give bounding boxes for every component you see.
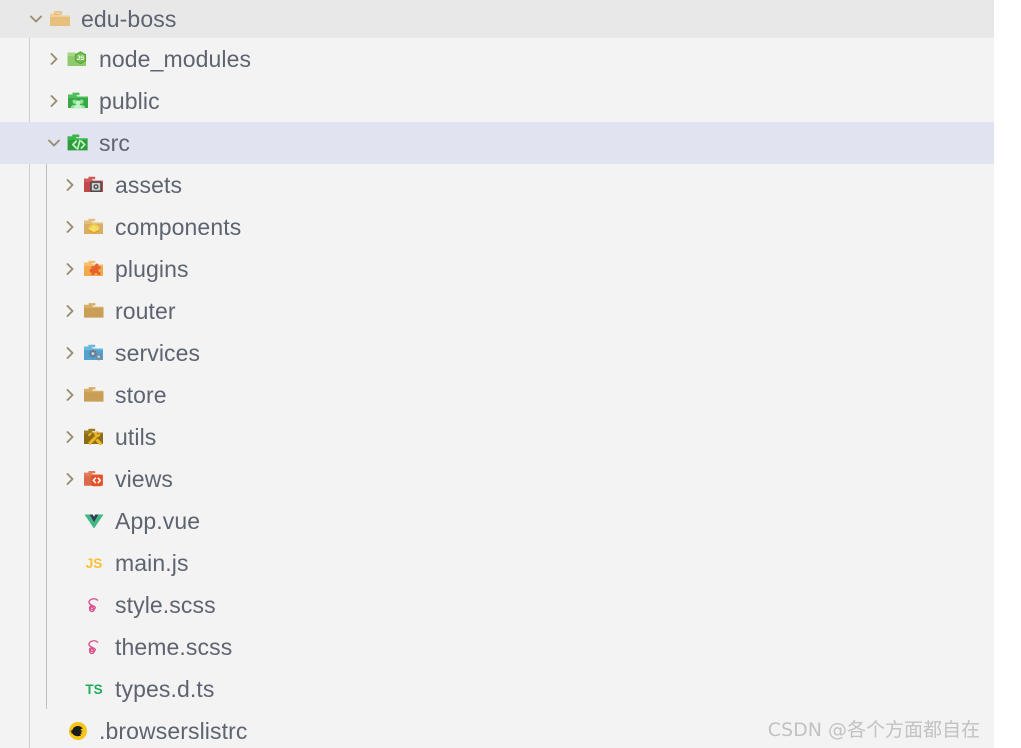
tree-item-label: services	[115, 339, 201, 366]
folder-services-icon	[82, 341, 106, 365]
tree-file-row[interactable]: style.scss	[0, 584, 994, 626]
tree-item-label: components	[115, 213, 242, 240]
tree-file-row[interactable]: JS main.js	[0, 542, 994, 584]
vue-file-icon	[82, 509, 106, 533]
tree-folder-row[interactable]: assets	[0, 164, 994, 206]
svg-text:TS: TS	[85, 682, 102, 697]
tree-item-label: views	[115, 465, 174, 492]
folder-components-icon	[82, 215, 106, 239]
tree-item-label: node_modules	[99, 45, 252, 72]
chevron-right-icon[interactable]	[58, 458, 82, 500]
tree-folder-row[interactable]: router	[0, 290, 994, 332]
svg-text:JS: JS	[86, 556, 103, 571]
tree-folder-row[interactable]: plugins	[0, 248, 994, 290]
chevron-right-icon[interactable]	[42, 80, 66, 122]
file-tree: edu-boss JS node_modules public src asse…	[0, 0, 994, 748]
tree-item-label: store	[115, 381, 167, 408]
chevron-right-icon[interactable]	[58, 374, 82, 416]
tree-item-label: assets	[115, 171, 183, 198]
chevron-down-icon[interactable]	[42, 122, 66, 164]
tree-item-label: types.d.ts	[115, 675, 215, 702]
typescript-def-file-icon: TS	[82, 677, 106, 701]
tree-item-label: edu-boss	[81, 5, 177, 32]
js-file-icon: JS	[82, 551, 106, 575]
tree-folder-row[interactable]: edu-boss	[0, 0, 994, 38]
chevron-right-icon[interactable]	[58, 164, 82, 206]
folder-assets-icon	[82, 173, 106, 197]
tree-item-label: utils	[115, 423, 157, 450]
file-explorer-panel: edu-boss JS node_modules public src asse…	[0, 0, 994, 748]
svg-text:JS: JS	[77, 55, 86, 62]
tree-folder-row[interactable]: store	[0, 374, 994, 416]
tree-item-label: App.vue	[115, 507, 201, 534]
browserslist-file-icon	[66, 719, 90, 743]
tree-item-label: style.scss	[115, 591, 216, 618]
tree-item-label: src	[99, 129, 130, 156]
tree-folder-row[interactable]: services	[0, 332, 994, 374]
watermark-text: CSDN @各个方面都自在	[767, 719, 980, 741]
tree-item-label: plugins	[115, 255, 189, 282]
chevron-right-icon[interactable]	[58, 416, 82, 458]
tree-file-row[interactable]: theme.scss	[0, 626, 994, 668]
tree-folder-row[interactable]: components	[0, 206, 994, 248]
scss-file-icon	[82, 635, 106, 659]
tree-item-label: public	[99, 87, 160, 114]
chevron-right-icon[interactable]	[42, 38, 66, 80]
tree-file-row[interactable]: TS types.d.ts	[0, 668, 994, 710]
tree-item-label: .browserslistrc	[99, 717, 248, 744]
folder-node-icon: JS	[66, 47, 90, 71]
folder-views-icon	[82, 467, 106, 491]
folder-src-icon	[66, 131, 90, 155]
tree-folder-row[interactable]: utils	[0, 416, 994, 458]
tree-folder-row[interactable]: public	[0, 80, 994, 122]
tree-folder-row[interactable]: views	[0, 458, 994, 500]
tree-item-label: main.js	[115, 549, 189, 576]
scss-file-icon	[82, 593, 106, 617]
chevron-right-icon[interactable]	[58, 248, 82, 290]
folder-plugins-icon	[82, 257, 106, 281]
chevron-right-icon[interactable]	[58, 206, 82, 248]
folder-plain-icon	[82, 383, 106, 407]
tree-item-label: router	[115, 297, 176, 324]
folder-plain-icon	[82, 299, 106, 323]
folder-utils-icon	[82, 425, 106, 449]
chevron-down-icon[interactable]	[24, 0, 48, 40]
tree-file-row[interactable]: App.vue	[0, 500, 994, 542]
tree-folder-row[interactable]: JS node_modules	[0, 38, 994, 80]
chevron-right-icon[interactable]	[58, 332, 82, 374]
tree-item-label: theme.scss	[115, 633, 233, 660]
tree-folder-row[interactable]: src	[0, 122, 994, 164]
chevron-right-icon[interactable]	[58, 290, 82, 332]
folder-open-icon	[48, 7, 72, 31]
folder-public-icon	[66, 89, 90, 113]
